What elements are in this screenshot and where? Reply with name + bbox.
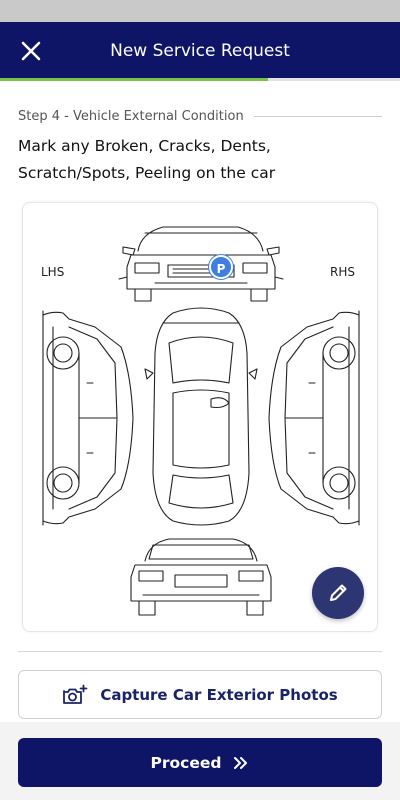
double-chevron-right-icon — [233, 756, 249, 770]
page-title: New Service Request — [110, 41, 290, 61]
step-header: Step 4 - Vehicle External Condition — [18, 107, 382, 125]
step-divider-line — [253, 115, 382, 117]
lhs-label: LHS — [41, 265, 65, 279]
car-right-side-view[interactable] — [268, 310, 360, 526]
pencil-icon — [330, 584, 347, 601]
progress-track — [0, 78, 400, 81]
edit-button[interactable] — [312, 567, 364, 619]
status-bar — [0, 0, 400, 22]
proceed-button[interactable]: Proceed — [18, 738, 382, 787]
proceed-button-label: Proceed — [150, 753, 222, 772]
car-left-side-view[interactable] — [42, 310, 134, 526]
capture-exterior-photos-button[interactable]: Capture Car Exterior Photos — [18, 670, 382, 719]
vehicle-diagram-card[interactable]: LHS RHS P — [22, 202, 378, 632]
close-icon — [21, 41, 41, 61]
capture-button-label: Capture Car Exterior Photos — [100, 685, 338, 704]
car-top-view[interactable] — [144, 307, 258, 526]
step-label: Step 4 - Vehicle External Condition — [18, 108, 244, 124]
car-rear-view[interactable] — [130, 538, 272, 616]
car-diagram[interactable] — [23, 203, 378, 632]
add-camera-icon — [63, 684, 88, 704]
damage-marker[interactable]: P — [209, 255, 233, 279]
progress-fill — [0, 78, 268, 81]
app-header: New Service Request — [0, 22, 400, 80]
car-front-view[interactable] — [118, 226, 284, 302]
close-button[interactable] — [14, 34, 48, 68]
instruction-text: Mark any Broken, Cracks, Dents, Scratch/… — [18, 137, 276, 182]
rhs-label: RHS — [330, 265, 355, 279]
section-divider — [18, 651, 382, 652]
